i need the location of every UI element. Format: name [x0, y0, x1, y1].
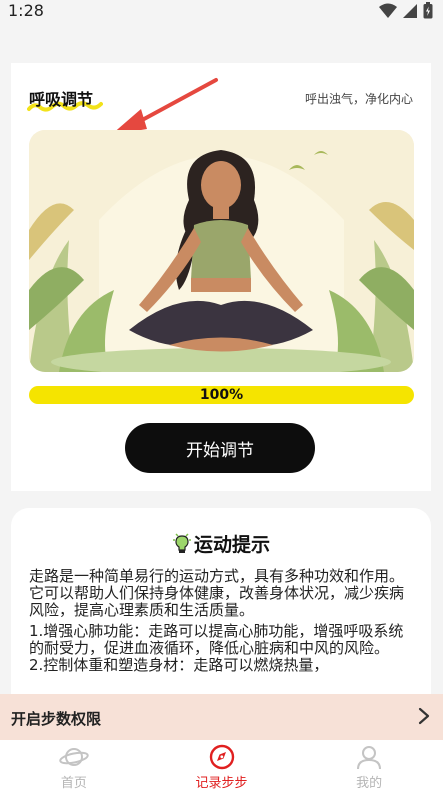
- tips-paragraph: 1.增强心肺功能：走路可以提高心肺功能，增强呼吸系统的耐受力，促进血液循环，降低…: [29, 622, 404, 657]
- status-time: 1:28: [8, 1, 44, 20]
- nav-label-profile: 我的: [356, 776, 383, 791]
- nav-label-home: 首页: [60, 776, 87, 791]
- progress-bar: 100%: [29, 386, 414, 404]
- chevron-right-icon[interactable]: [417, 707, 431, 725]
- permission-banner[interactable]: 开启步数权限: [0, 694, 443, 740]
- progress-label: 100%: [199, 387, 244, 403]
- nav-item-home[interactable]: 首页: [0, 740, 148, 795]
- breathing-subtitle: 呼出浊气，净化内心: [304, 92, 413, 106]
- lightbulb-icon: [172, 532, 191, 553]
- nav-item-record[interactable]: 记录步步: [148, 740, 296, 795]
- status-bar: 1:28: [0, 0, 443, 26]
- meditation-illustration: [29, 130, 414, 372]
- breathing-card: 呼吸调节 呼出浊气，净化内心 100% 开始调节: [11, 63, 431, 491]
- arrow-pointer-icon: [111, 78, 218, 135]
- battery-icon: [423, 2, 433, 19]
- wifi-icon: [379, 3, 397, 18]
- compass-icon: [209, 744, 234, 770]
- tips-title: 运动提示: [193, 534, 270, 556]
- breathing-title: 呼吸调节: [29, 90, 94, 109]
- start-button[interactable]: 开始调节: [125, 423, 315, 473]
- breathing-title-wrap: 呼吸调节: [27, 86, 103, 112]
- user-icon: [357, 746, 382, 770]
- banner-text: 开启步数权限: [11, 710, 102, 728]
- status-icons: [379, 2, 433, 19]
- tips-paragraph: 2.控制体重和塑造身材：走路可以燃烧热量，: [29, 656, 329, 674]
- tips-paragraph: 走路是一种简单易行的运动方式，具有多种功效和作用。它可以帮助人们保持身体健康，改…: [29, 567, 405, 619]
- tips-body: 走路是一种简单易行的运动方式，具有多种功效和作用。它可以帮助人们保持身体健康，改…: [29, 568, 405, 674]
- nav-label-record: 记录步步: [195, 776, 248, 791]
- meditation-scene: [29, 130, 414, 372]
- signal-icon: [403, 3, 417, 18]
- nav-item-profile[interactable]: 我的: [295, 740, 443, 795]
- planet-icon: [59, 748, 89, 766]
- tips-header: 运动提示: [11, 530, 431, 557]
- bottom-nav: 首页 记录步步 我的: [0, 740, 443, 795]
